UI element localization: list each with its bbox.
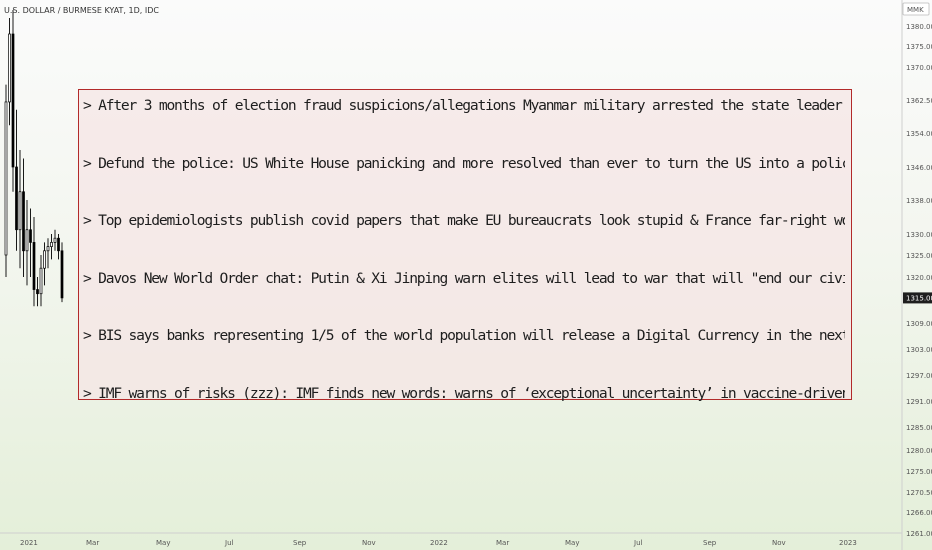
price-tick-label: 1325.00 — [906, 252, 932, 260]
candle-body — [32, 242, 36, 290]
price-tick-label: 1285.00 — [906, 424, 932, 432]
news-item: > After 3 months of election fraud suspi… — [83, 94, 845, 152]
candles-layer — [4, 10, 64, 307]
time-tick-label: Mar — [496, 539, 509, 547]
price-tick-label: 1354.00 — [906, 130, 932, 138]
candle-body — [29, 229, 32, 243]
time-tick-label: Jul — [224, 539, 234, 547]
last-price-tag: 1315.00 — [903, 292, 932, 304]
candle-body — [53, 237, 57, 243]
price-tick-label: 1261.00 — [906, 530, 932, 538]
price-tick-label: 1291.00 — [906, 398, 932, 406]
price-tick-label: 1362.50 — [906, 97, 932, 105]
price-tick-label: 1297.00 — [906, 372, 932, 380]
price-tick-label: 1330.00 — [906, 231, 932, 239]
last-price-value: 1315.00 — [906, 294, 932, 302]
time-tick-label: May — [565, 539, 579, 547]
news-item: > BIS says banks representing 1/5 of the… — [83, 324, 845, 382]
chart-title: U.S. DOLLAR / BURMESE KYAT, 1D, IDC — [4, 6, 159, 15]
news-item-text: > IMF warns of risks (zzz): IMF finds ne… — [83, 384, 845, 402]
price-tick-label: 1275.00 — [906, 468, 932, 476]
price-tick-label: 1309.00 — [906, 320, 932, 328]
time-tick-label: Nov — [362, 539, 376, 547]
price-ticks: 1380.00 1375.00 1370.00 1362.50 1354.00 1346.… — [906, 23, 932, 538]
time-tick-label: May — [156, 539, 170, 547]
time-tick-label: Nov — [772, 539, 786, 547]
price-tick-label: 1266.00 — [906, 509, 932, 517]
news-item: > Top epidemiologists publish covid pape… — [83, 209, 845, 267]
price-tick-label: 1270.50 — [906, 489, 932, 497]
price-tick-label: 1375.00 — [906, 43, 932, 51]
news-item-text: > Top epidemiologists publish covid pape… — [83, 212, 845, 229]
candle-body — [15, 166, 18, 231]
news-item-text: > Davos New World Order chat: Putin & Xi… — [83, 269, 845, 287]
price-tick-label: 1303.00 — [906, 346, 932, 354]
time-tick-label: 2022 — [430, 539, 448, 547]
candle-body — [11, 33, 15, 168]
price-tick-label: 1370.00 — [906, 64, 932, 72]
candle-body — [50, 242, 53, 247]
time-tick-label: Jul — [633, 539, 643, 547]
news-item: > IMF warns of risks (zzz): IMF finds ne… — [83, 382, 845, 440]
candle-body — [22, 191, 25, 252]
news-overlay-box: > After 3 months of election fraud suspi… — [78, 89, 852, 402]
candle-body — [8, 33, 11, 103]
price-tick-label: 1338.00 — [906, 197, 932, 205]
time-ticks: 2021 Mar May Jul Sep Nov 2022 Mar May Jul Sep Nov 20… — [20, 539, 857, 547]
price-tick-label: 1346.00 — [906, 164, 932, 172]
candle-body — [57, 237, 60, 252]
price-tick-label: 1320.00 — [906, 274, 932, 282]
time-tick-label: Sep — [293, 539, 307, 547]
time-tick-label: 2021 — [20, 539, 38, 547]
news-item: > Defund the police: US White House pani… — [83, 152, 845, 210]
news-item-text: > BIS says banks representing 1/5 of the… — [83, 327, 845, 344]
price-tick-label: 1280.00 — [906, 447, 932, 455]
time-tick-label: 2023 — [839, 539, 857, 547]
news-item-text: > Defund the police: US White House pani… — [83, 154, 845, 172]
time-tick-label: Sep — [703, 539, 717, 547]
news-item-text: > After 3 months of election fraud suspi… — [83, 97, 845, 114]
currency-label: MMK — [902, 2, 930, 16]
candle-body — [60, 250, 64, 299]
candle-body — [39, 267, 43, 295]
candle-body — [36, 289, 39, 295]
time-tick-label: Mar — [86, 539, 99, 547]
candle-body — [43, 250, 46, 269]
news-item: > Davos New World Order chat: Putin & Xi… — [83, 267, 845, 325]
price-tick-label: 1380.00 — [906, 23, 932, 31]
candle-body — [18, 191, 22, 231]
currency-label-text: MMK — [907, 6, 924, 14]
candle-body — [46, 246, 50, 252]
candle-body — [4, 101, 8, 256]
candle-body — [25, 229, 29, 252]
